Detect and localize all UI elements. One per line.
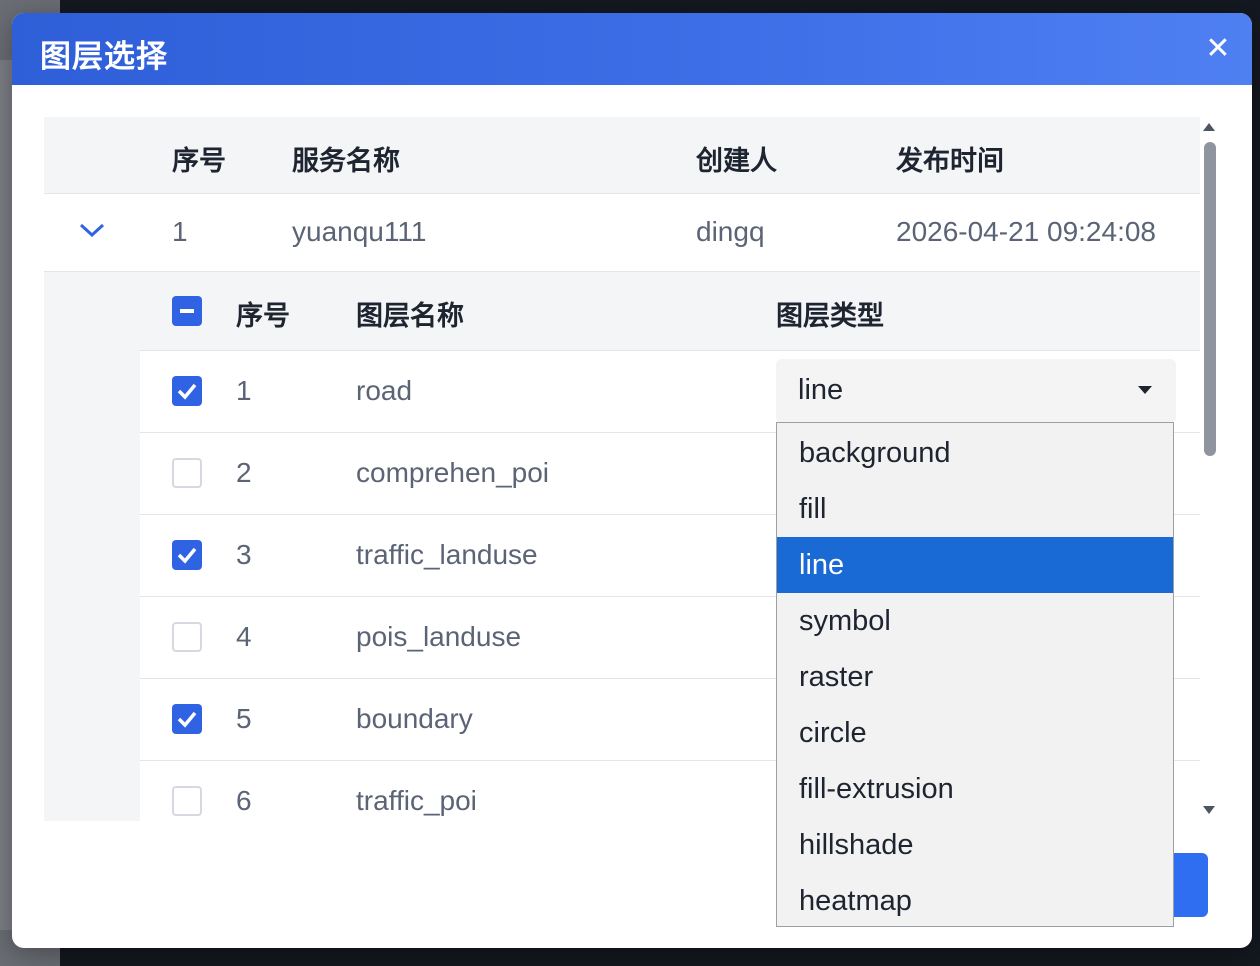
layer-index: 5 [236,703,252,734]
layer-checkbox[interactable] [172,458,202,488]
caret-down-icon [1138,386,1152,394]
layer-checkbox[interactable] [172,540,202,570]
dropdown-option[interactable]: background [777,425,1173,481]
layer-name: comprehen_poi [356,457,550,488]
header-index: 序号 [172,146,226,176]
layer-index: 1 [236,375,252,406]
dropdown-option[interactable]: heatmap [777,873,1173,929]
layer-index: 3 [236,539,252,570]
service-creator: dingq [696,216,765,247]
layer-name: traffic_landuse [356,539,538,570]
layer-name: road [356,375,413,406]
layer-header-index: 序号 [236,301,290,331]
service-index: 1 [172,216,188,247]
close-icon[interactable]: ✕ [1202,33,1234,65]
layer-name: boundary [356,703,473,734]
layer-checkbox[interactable] [172,376,202,406]
dropdown-option[interactable]: hillshade [777,817,1173,873]
layer-index: 4 [236,621,252,652]
scroll-down-arrow-icon[interactable] [1203,806,1215,814]
header-service-name: 服务名称 [292,146,400,176]
select-all-checkbox[interactable] [172,296,202,326]
dialog-header: 图层选择 ✕ [12,13,1252,85]
dropdown-option-selected[interactable]: line [777,537,1173,593]
chevron-down-icon[interactable] [78,220,106,240]
service-publish-time: 2026-04-21 09:24:08 [896,216,1156,247]
layer-type-dropdown: background fill line symbol raster circl… [776,422,1174,927]
dropdown-option[interactable]: raster [777,649,1173,705]
dialog-title: 图层选择 [40,39,168,74]
header-publish-time: 发布时间 [896,146,1004,176]
service-table-header: 序号 服务名称 创建人 发布时间 [44,117,1200,194]
service-row[interactable]: 1 yuanqu111 dingq 2026-04-21 09:24:08 [44,194,1200,272]
layer-type-select[interactable]: line [776,359,1176,423]
layer-checkbox[interactable] [172,704,202,734]
dropdown-option[interactable]: fill-extrusion [777,761,1173,817]
scrollbar-thumb[interactable] [1204,142,1216,456]
dropdown-option[interactable]: circle [777,705,1173,761]
dropdown-option[interactable]: symbol [777,593,1173,649]
layer-type-value: line [798,374,844,406]
layer-table-header: 序号 图层名称 图层类型 [140,272,1200,351]
layer-header-name: 图层名称 [356,301,464,331]
layer-checkbox[interactable] [172,786,202,816]
layer-index: 2 [236,457,252,488]
layer-row[interactable]: 1 road line [140,351,1200,433]
layer-name: pois_landuse [356,621,522,652]
layer-index: 6 [236,785,252,816]
layer-header-type: 图层类型 [776,301,884,331]
service-name: yuanqu111 [292,216,427,247]
layer-name: traffic_poi [356,785,477,816]
scroll-up-arrow-icon[interactable] [1203,123,1215,131]
header-creator: 创建人 [696,146,777,176]
layer-checkbox[interactable] [172,622,202,652]
dropdown-option[interactable]: fill [777,481,1173,537]
